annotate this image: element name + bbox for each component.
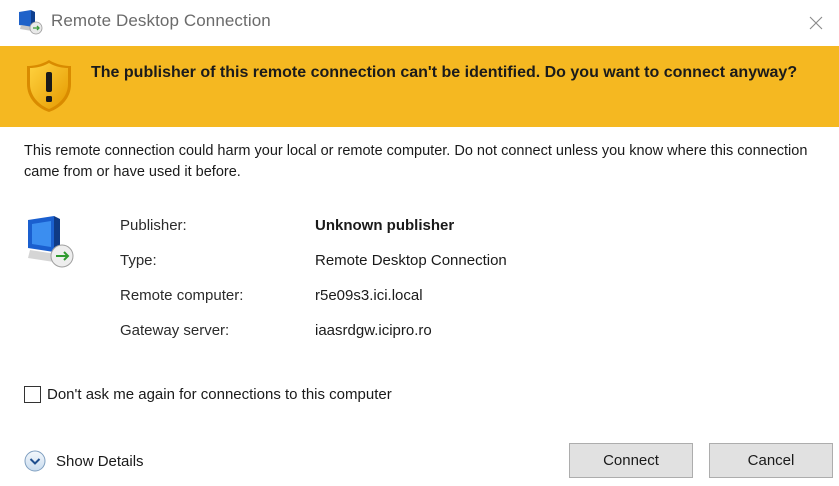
title-bar: Remote Desktop Connection [0,0,839,46]
detail-label: Type: [120,252,157,269]
warning-message: This remote connection could harm your l… [24,143,808,180]
detail-label: Publisher: [120,217,187,234]
banner-message: The publisher of this remote connection … [91,64,798,81]
remote-desktop-icon [19,10,43,35]
connect-button[interactable]: Connect [569,443,693,478]
close-button[interactable] [793,0,839,46]
dont-ask-again-label[interactable]: Don't ask me again for connections to th… [47,386,392,403]
show-details-toggle[interactable]: Show Details [24,450,144,472]
warning-shield-icon [27,60,71,112]
detail-label: Remote computer: [120,287,244,304]
detail-row-publisher: Publisher: Unknown publisher [120,217,720,241]
window-title: Remote Desktop Connection [51,11,271,30]
detail-value: Unknown publisher [315,217,455,234]
detail-value: iaasrdgw.icipro.ro [315,322,432,339]
detail-row-gateway-server: Gateway server: iaasrdgw.icipro.ro [120,322,720,346]
detail-row-remote-computer: Remote computer: r5e09s3.ici.local [120,287,720,311]
detail-value: r5e09s3.ici.local [315,287,423,304]
dont-ask-again-checkbox[interactable] [24,385,41,403]
close-icon [809,16,823,30]
cancel-button[interactable]: Cancel [709,443,833,478]
remote-computer-icon [28,216,74,268]
dont-ask-again-option[interactable]: Don't ask me again for connections to th… [24,383,392,405]
detail-value: Remote Desktop Connection [315,252,507,269]
detail-label: Gateway server: [120,322,230,339]
warning-banner: The publisher of this remote connection … [0,46,839,127]
detail-row-type: Type: Remote Desktop Connection [120,252,720,276]
show-details-label[interactable]: Show Details [56,453,144,470]
chevron-down-icon[interactable] [24,450,46,472]
